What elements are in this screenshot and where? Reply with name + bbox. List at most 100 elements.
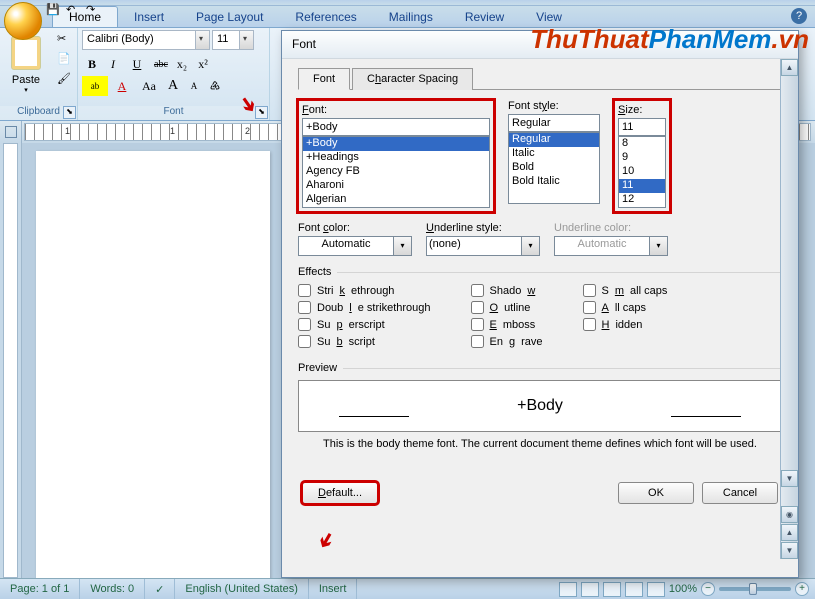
chk-strikethrough[interactable]: Strikethrough xyxy=(298,284,431,297)
zoom-slider[interactable] xyxy=(719,587,791,591)
highlight-button[interactable]: ab xyxy=(82,76,108,96)
help-icon[interactable]: ? xyxy=(791,8,807,24)
underline-button[interactable]: U xyxy=(124,54,150,74)
chk-engrave[interactable]: Engrave xyxy=(471,335,543,348)
ok-button[interactable]: OK xyxy=(618,482,694,504)
fontcolor-select[interactable]: Automatic xyxy=(298,236,394,256)
italic-button[interactable]: I xyxy=(103,54,123,74)
list-item: Bold Italic xyxy=(509,175,599,189)
zoom-in-button[interactable]: + xyxy=(795,582,809,596)
tab-review[interactable]: Review xyxy=(449,6,520,27)
list-item: Bold xyxy=(509,161,599,175)
paste-icon xyxy=(11,36,41,70)
chk-hidden[interactable]: Hidden xyxy=(583,318,668,331)
chk-outline[interactable]: Outline xyxy=(471,301,543,314)
chk-emboss[interactable]: Emboss xyxy=(471,318,543,331)
document-page[interactable] xyxy=(36,151,270,586)
view-full-screen-icon[interactable] xyxy=(581,582,599,597)
font-size-combo[interactable]: 11 xyxy=(212,30,254,50)
copy-icon[interactable]: 📄 xyxy=(57,52,75,68)
chk-shadow[interactable]: Shadow xyxy=(471,284,543,297)
zoom-out-button[interactable]: − xyxy=(701,582,715,596)
ustyle-label: Underline style: xyxy=(426,222,540,234)
font-color-button[interactable]: A xyxy=(109,76,135,96)
style-list[interactable]: Regular Italic Bold Bold Italic xyxy=(508,132,600,204)
paste-label: Paste xyxy=(12,74,40,86)
ucolor-label: Underline color: xyxy=(554,222,668,234)
chk-small-caps[interactable]: Small caps xyxy=(583,284,668,297)
qat-save-icon[interactable]: 💾 xyxy=(46,3,62,19)
size-list[interactable]: 8 9 10 11 12 xyxy=(618,136,666,208)
style-input[interactable] xyxy=(508,114,600,132)
dlg-tab-char-spacing[interactable]: Character Spacing xyxy=(352,68,473,90)
size-label: Size: xyxy=(618,104,666,116)
chk-all-caps[interactable]: All caps xyxy=(583,301,668,314)
list-item: 9 xyxy=(619,151,665,165)
tab-mailings[interactable]: Mailings xyxy=(373,6,449,27)
clipboard-dialog-launcher[interactable]: ⬊ xyxy=(63,106,76,119)
ucolor-select: Automatic xyxy=(554,236,650,256)
chk-superscript[interactable]: Superscript xyxy=(298,318,431,331)
preview-box: +Body xyxy=(298,380,782,432)
dlg-tab-font[interactable]: Font xyxy=(298,68,350,90)
view-web-icon[interactable] xyxy=(603,582,621,597)
status-language[interactable]: English (United States) xyxy=(175,579,309,599)
subscript-button[interactable]: x₂ xyxy=(172,54,192,74)
tab-page-layout[interactable]: Page Layout xyxy=(180,6,279,27)
browse-icon: ▲ xyxy=(781,524,798,541)
qat-undo-icon[interactable]: ↶ xyxy=(66,3,82,19)
list-item: +Headings xyxy=(303,151,489,165)
dialog-scrollbar[interactable]: ▲ ▼ ◉ ▲ ▼ xyxy=(780,59,798,559)
format-painter-icon[interactable]: 🖌 xyxy=(57,72,75,88)
list-item: 10 xyxy=(619,165,665,179)
preview-legend: Preview xyxy=(298,362,343,374)
font-name-combo[interactable]: Calibri (Body) xyxy=(82,30,210,50)
size-input[interactable] xyxy=(618,118,666,136)
bold-button[interactable]: B xyxy=(82,54,102,74)
zoom-level[interactable]: 100% xyxy=(669,583,697,595)
scroll-down-icon: ▼ xyxy=(781,470,798,487)
font-list[interactable]: +Body +Headings Agency FB Aharoni Algeri… xyxy=(302,136,490,208)
tab-references[interactable]: References xyxy=(279,6,372,27)
view-outline-icon[interactable] xyxy=(625,582,643,597)
list-item: Regular xyxy=(509,133,599,147)
strike-button[interactable]: abc xyxy=(151,54,171,74)
tab-insert[interactable]: Insert xyxy=(118,6,180,27)
chk-subscript[interactable]: Subscript xyxy=(298,335,431,348)
list-item: 11 xyxy=(619,179,665,193)
effects-fieldset: Effects Strikethrough Double strikethrou… xyxy=(298,266,782,356)
ustyle-select[interactable]: (none) xyxy=(426,236,522,256)
grow-font-button[interactable]: A xyxy=(163,76,183,96)
preview-desc: This is the body theme font. The current… xyxy=(298,438,782,450)
prev-page-icon: ◉ xyxy=(781,506,798,523)
view-print-layout-icon[interactable] xyxy=(559,582,577,597)
watermark: ThuThuatPhanMem.vn xyxy=(530,24,809,55)
chk-double-strike[interactable]: Double strikethrough xyxy=(298,301,431,314)
shrink-font-button[interactable]: A xyxy=(184,76,204,96)
status-words[interactable]: Words: 0 xyxy=(80,579,145,599)
paste-button[interactable]: Paste ▾ xyxy=(4,30,48,96)
fontcolor-label: Font color: xyxy=(298,222,412,234)
tab-selector[interactable] xyxy=(0,121,22,143)
status-mode[interactable]: Insert xyxy=(309,579,358,599)
group-label-font: Font xyxy=(78,106,269,120)
list-item: Agency FB xyxy=(303,165,489,179)
scroll-up-icon: ▲ xyxy=(781,59,798,76)
vertical-ruler[interactable] xyxy=(0,143,22,578)
style-label: Font style: xyxy=(508,100,600,112)
group-font: Calibri (Body) 11 B I U abc x₂ x² ab A A… xyxy=(78,28,270,120)
change-case-button[interactable]: Aa xyxy=(136,76,162,96)
qat-redo-icon[interactable]: ↷ xyxy=(86,3,102,19)
office-button[interactable] xyxy=(4,2,42,40)
status-proofing-icon[interactable]: ✓ xyxy=(145,579,175,599)
default-button[interactable]: Default... xyxy=(302,482,378,504)
font-label: Font: xyxy=(302,104,490,116)
font-dialog-launcher[interactable]: ⬊ xyxy=(255,106,268,119)
cancel-button[interactable]: Cancel xyxy=(702,482,778,504)
view-draft-icon[interactable] xyxy=(647,582,665,597)
superscript-button[interactable]: x² xyxy=(193,54,213,74)
status-page[interactable]: Page: 1 of 1 xyxy=(0,579,80,599)
font-input[interactable] xyxy=(302,118,490,136)
cut-icon[interactable]: ✂ xyxy=(57,32,75,48)
clear-format-button[interactable]: ♶ xyxy=(205,76,225,96)
